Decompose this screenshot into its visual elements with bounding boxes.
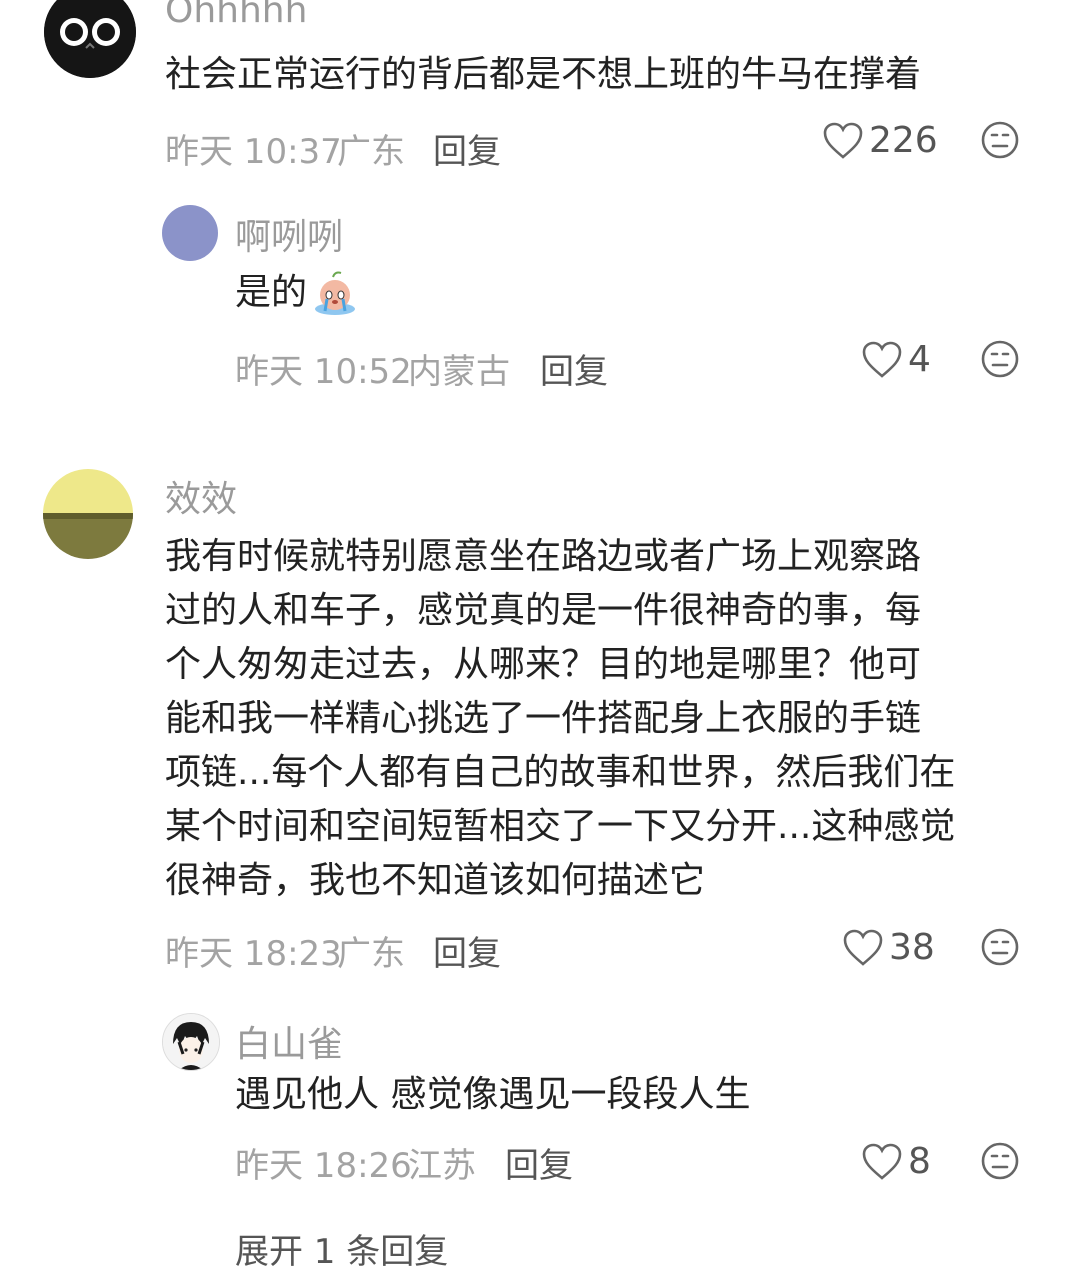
comment-username[interactable]: Ohhhhh [165, 0, 307, 31]
comment-time: 昨天 18:23 [165, 934, 342, 974]
reply-location: 江苏 [408, 1146, 476, 1186]
reply-button[interactable]: 回复 [505, 1138, 573, 1187]
comment-text-line-7: 很神奇，我也不知道该如何描述它 [165, 860, 706, 901]
dislike-face-icon[interactable] [980, 120, 1020, 160]
reply-location: 内蒙古 [408, 352, 510, 392]
comment-username[interactable]: 效效 [165, 470, 237, 522]
dislike-face-icon[interactable] [980, 927, 1020, 967]
comment-location: 广东 [337, 934, 405, 974]
reply-username[interactable]: 白山雀 [235, 1015, 343, 1067]
reply-time: 昨天 10:52 [235, 352, 412, 392]
reply-avatar[interactable] [162, 205, 218, 261]
avatar[interactable] [44, 0, 136, 78]
like-count: 4 [908, 339, 931, 380]
anime-boy-avatar-icon [163, 1014, 219, 1070]
heart-icon [823, 122, 863, 159]
cat-avatar-icon [44, 0, 136, 78]
comment-location: 广东 [337, 132, 405, 172]
like-button[interactable]: 8 [862, 1141, 931, 1182]
comment-text: 社会正常运行的背后都是不想上班的牛马在撑着 [165, 54, 922, 95]
like-count: 38 [889, 927, 935, 968]
like-button[interactable]: 38 [843, 927, 935, 968]
like-button[interactable]: 226 [823, 120, 938, 161]
comment-text-line-2: 过的人和车子，感觉真的是一件很神奇的事，每 [165, 590, 922, 631]
like-button[interactable]: 4 [862, 339, 931, 380]
reply-button[interactable]: 回复 [433, 926, 501, 975]
heart-icon [862, 1143, 902, 1180]
field-avatar-icon [43, 469, 133, 559]
comment-text-line-5: 项链...每个人都有自己的故事和世界，然后我们在 [165, 752, 956, 793]
expand-replies-button[interactable]: 展开 1 条回复 [235, 1224, 448, 1273]
dislike-face-icon[interactable] [980, 339, 1020, 379]
comment-text-line-3: 个人匆匆走过去，从哪来？目的地是哪里？他可 [165, 644, 922, 685]
comment-text-line-4: 能和我一样精心挑选了一件搭配身上衣服的手链 [165, 698, 922, 739]
reply-avatar[interactable] [162, 1013, 220, 1071]
comment-time: 昨天 10:37 [165, 132, 342, 172]
reply-button[interactable]: 回复 [433, 124, 501, 173]
like-count: 8 [908, 1141, 931, 1182]
reply-button[interactable]: 回复 [540, 344, 608, 393]
comment-text-line-1: 我有时候就特别愿意坐在路边或者广场上观察路 [165, 536, 922, 577]
comment-text-line-6: 某个时间和空间短暂相交了一下又分开...这种感觉 [165, 806, 956, 847]
dislike-face-icon[interactable] [980, 1141, 1020, 1181]
reply-text: 是的 [235, 272, 308, 313]
reply-time: 昨天 18:26 [235, 1146, 412, 1186]
crying-emoji-icon [315, 271, 356, 315]
heart-icon [843, 929, 883, 966]
reply-text-row: 是的 [235, 266, 359, 320]
reply-username[interactable]: 啊咧咧 [235, 208, 343, 260]
reply-text: 遇见他人 感觉像遇见一段段人生 [235, 1074, 751, 1115]
heart-icon [862, 341, 902, 378]
like-count: 226 [869, 120, 938, 161]
avatar[interactable] [43, 469, 133, 559]
